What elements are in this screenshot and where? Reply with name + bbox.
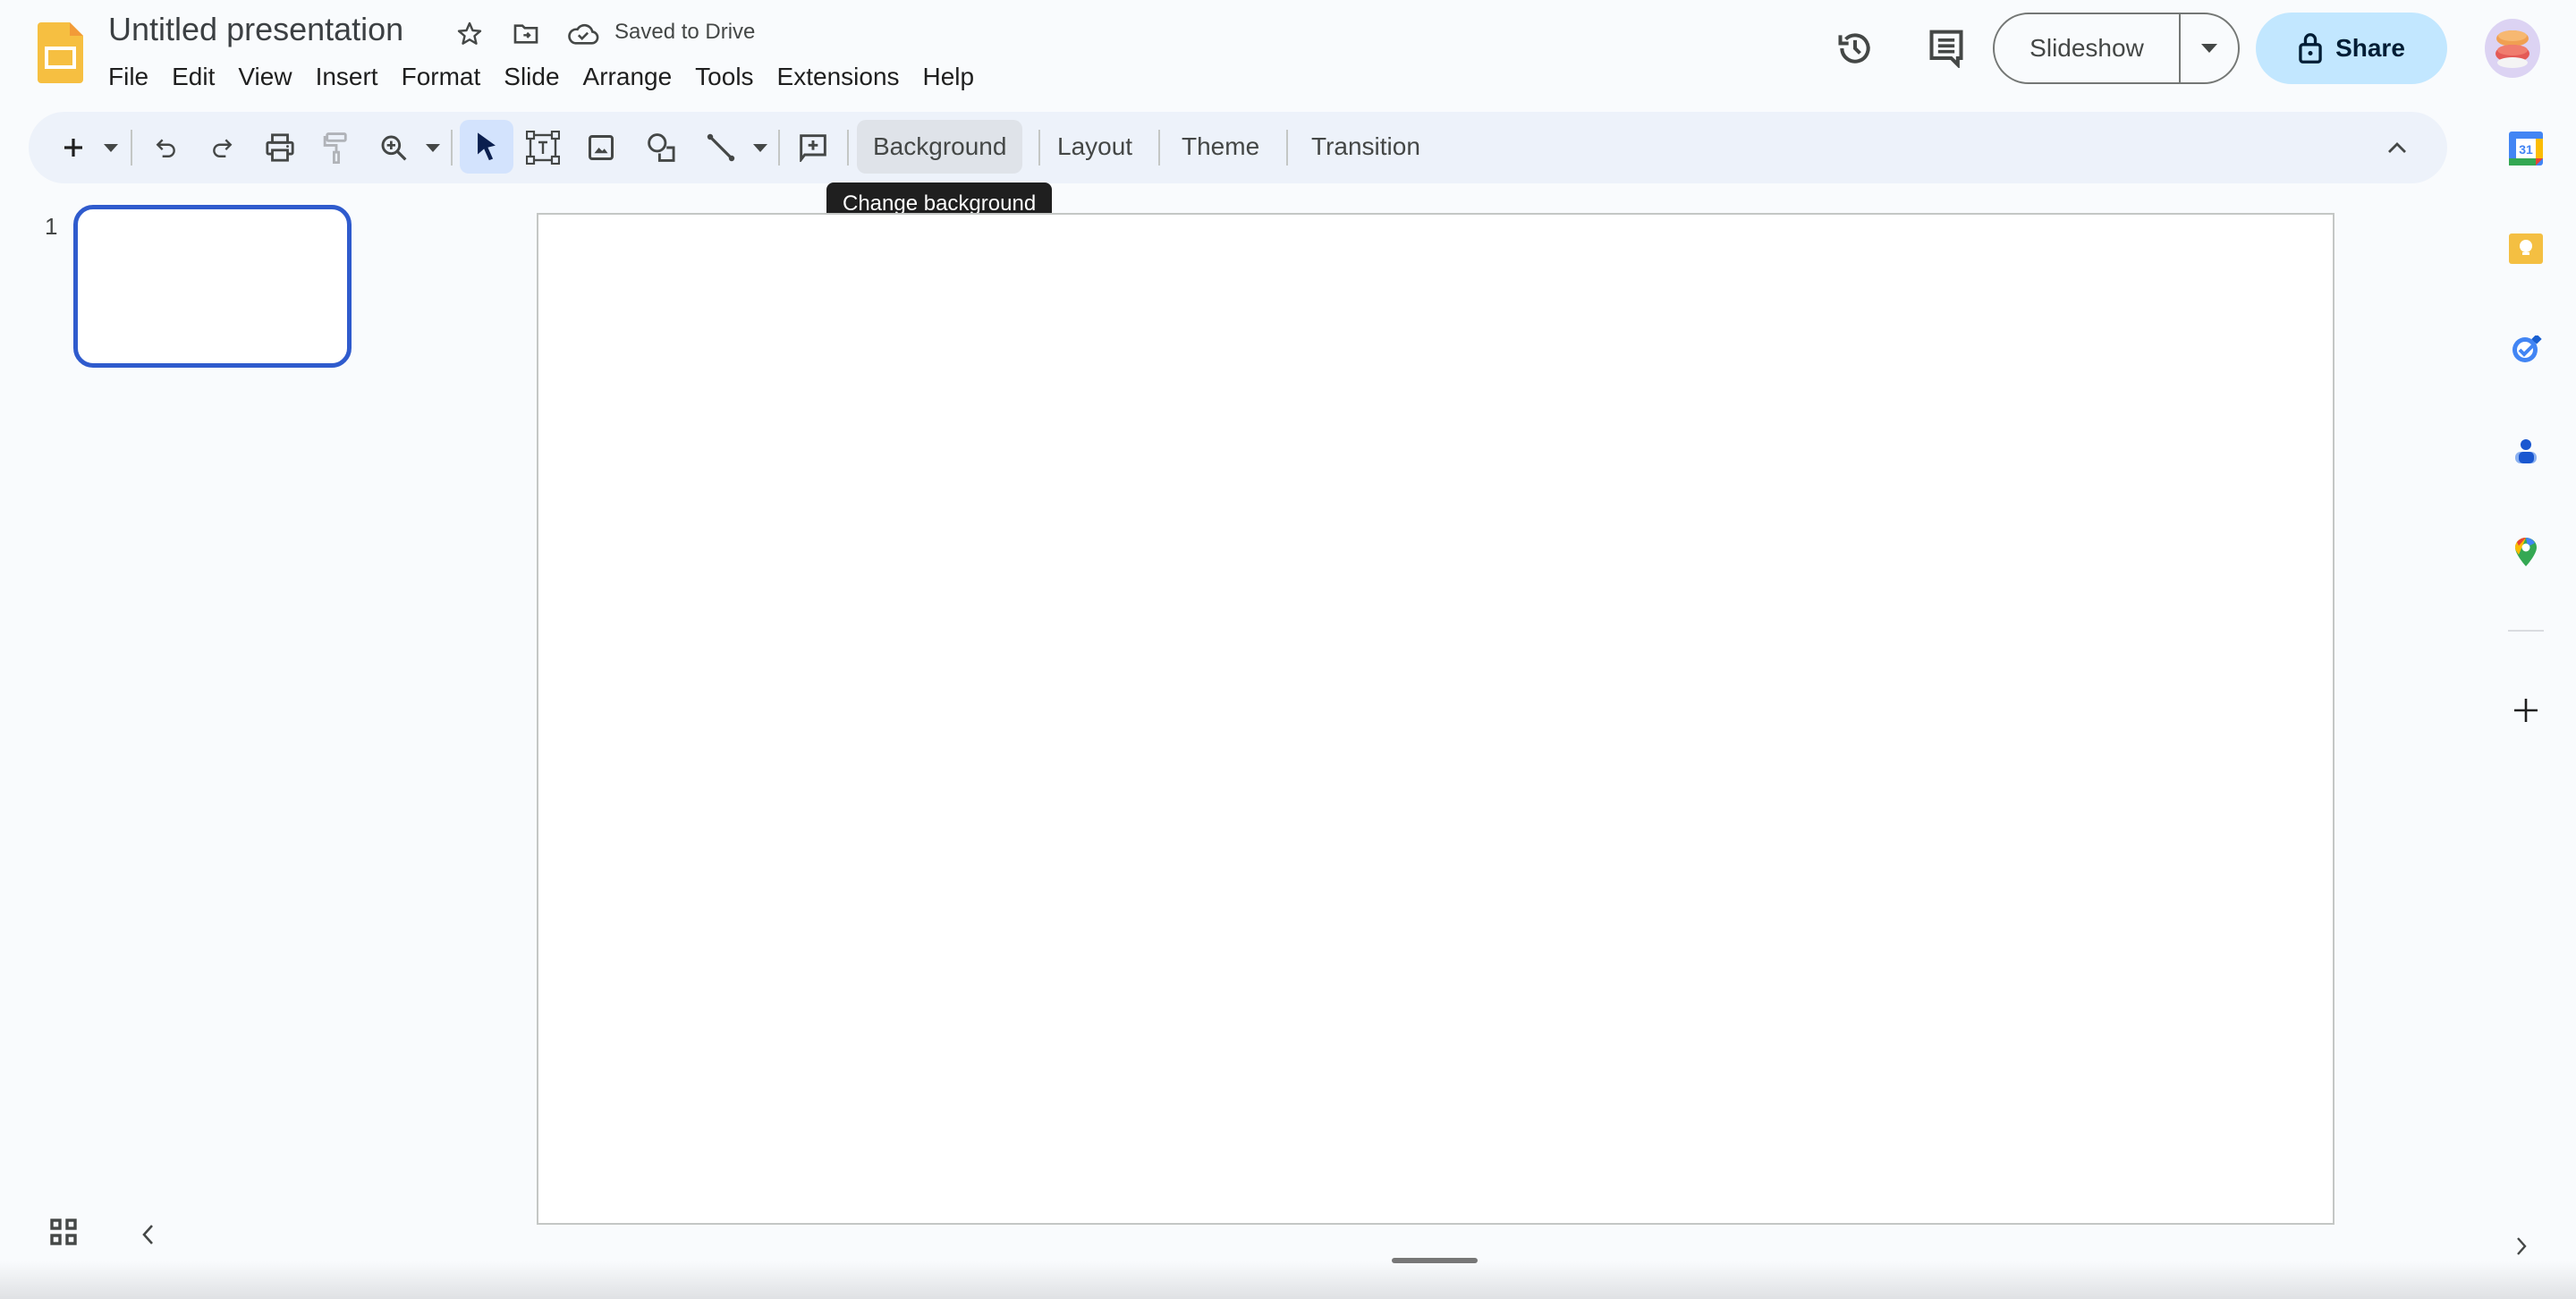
collapse-toolbar-icon[interactable] (2379, 112, 2415, 183)
menu-extensions[interactable]: Extensions (766, 59, 911, 95)
redo-icon[interactable] (204, 112, 240, 183)
menu-insert[interactable]: Insert (304, 59, 390, 95)
comments-icon[interactable] (1925, 27, 1968, 70)
zoom-dropdown-icon[interactable] (424, 112, 442, 183)
image-icon[interactable] (583, 112, 619, 183)
speaker-notes-resize-handle[interactable] (1392, 1258, 1478, 1263)
menu-arrange[interactable]: Arrange (572, 59, 684, 95)
keep-icon[interactable] (2508, 231, 2544, 267)
collapse-filmstrip-icon[interactable] (141, 1224, 154, 1245)
shape-icon[interactable] (644, 112, 680, 183)
share-label: Share (2335, 34, 2405, 62)
theme-button[interactable]: Theme (1165, 120, 1275, 174)
slideshow-button-group: Slideshow (1993, 13, 2240, 84)
toolbar-divider (451, 130, 453, 166)
toolbar-divider (1158, 130, 1160, 166)
new-slide-icon[interactable] (57, 112, 89, 183)
calendar-icon[interactable]: 31 (2508, 131, 2544, 166)
text-box-icon[interactable] (524, 112, 562, 183)
line-dropdown-icon[interactable] (751, 112, 769, 183)
menu-edit[interactable]: Edit (160, 59, 226, 95)
cloud-saved-icon[interactable] (567, 18, 599, 50)
menu-slide[interactable]: Slide (492, 59, 571, 95)
toolbar-divider (1286, 130, 1288, 166)
new-slide-dropdown-icon[interactable] (102, 112, 120, 183)
add-addon-icon[interactable] (2508, 692, 2544, 728)
calendar-day: 31 (2519, 142, 2533, 157)
transition-button[interactable]: Transition (1295, 120, 1436, 174)
toolbar-divider (131, 130, 132, 166)
slides-logo[interactable] (38, 22, 83, 83)
select-icon[interactable] (460, 120, 513, 174)
document-title[interactable]: Untitled presentation (108, 11, 403, 48)
share-button[interactable]: Share (2256, 13, 2447, 84)
menu-view[interactable]: View (226, 59, 303, 95)
maps-icon[interactable] (2508, 534, 2544, 570)
star-icon[interactable] (453, 18, 486, 50)
menu-tools[interactable]: Tools (683, 59, 765, 95)
menu-bar: File Edit View Insert Format Slide Arran… (97, 59, 986, 95)
menu-file[interactable]: File (97, 59, 160, 95)
contacts-icon[interactable] (2508, 433, 2544, 469)
print-icon[interactable] (262, 112, 298, 183)
paint-format-icon[interactable] (318, 112, 354, 183)
toolbar-divider (1038, 130, 1040, 166)
add-comment-icon[interactable] (794, 112, 832, 183)
toolbar-divider (847, 130, 849, 166)
menu-format[interactable]: Format (390, 59, 493, 95)
zoom-icon[interactable] (376, 112, 411, 183)
bottom-shade (0, 1261, 2576, 1299)
slide-number: 1 (45, 213, 58, 240)
expand-side-panel-icon[interactable] (2516, 1236, 2527, 1256)
lock-icon (2298, 32, 2323, 64)
save-status: Saved to Drive (614, 20, 756, 44)
tasks-icon[interactable] (2508, 332, 2544, 368)
background-button[interactable]: Background (857, 120, 1023, 174)
toolbar-divider (778, 130, 780, 166)
side-panel-divider (2508, 630, 2544, 632)
grid-view-icon[interactable] (50, 1218, 77, 1245)
slideshow-button[interactable]: Slideshow (1995, 34, 2179, 63)
slide-canvas[interactable] (537, 213, 2334, 1225)
undo-icon[interactable] (148, 112, 184, 183)
version-history-icon[interactable] (1834, 27, 1877, 70)
avatar[interactable] (2485, 19, 2540, 78)
line-icon[interactable] (703, 112, 739, 183)
layout-button[interactable]: Layout (1041, 120, 1148, 174)
slide-thumbnail[interactable] (73, 205, 352, 368)
menu-help[interactable]: Help (911, 59, 987, 95)
move-to-folder-icon[interactable] (510, 18, 542, 50)
slideshow-dropdown-icon[interactable] (2181, 44, 2238, 53)
